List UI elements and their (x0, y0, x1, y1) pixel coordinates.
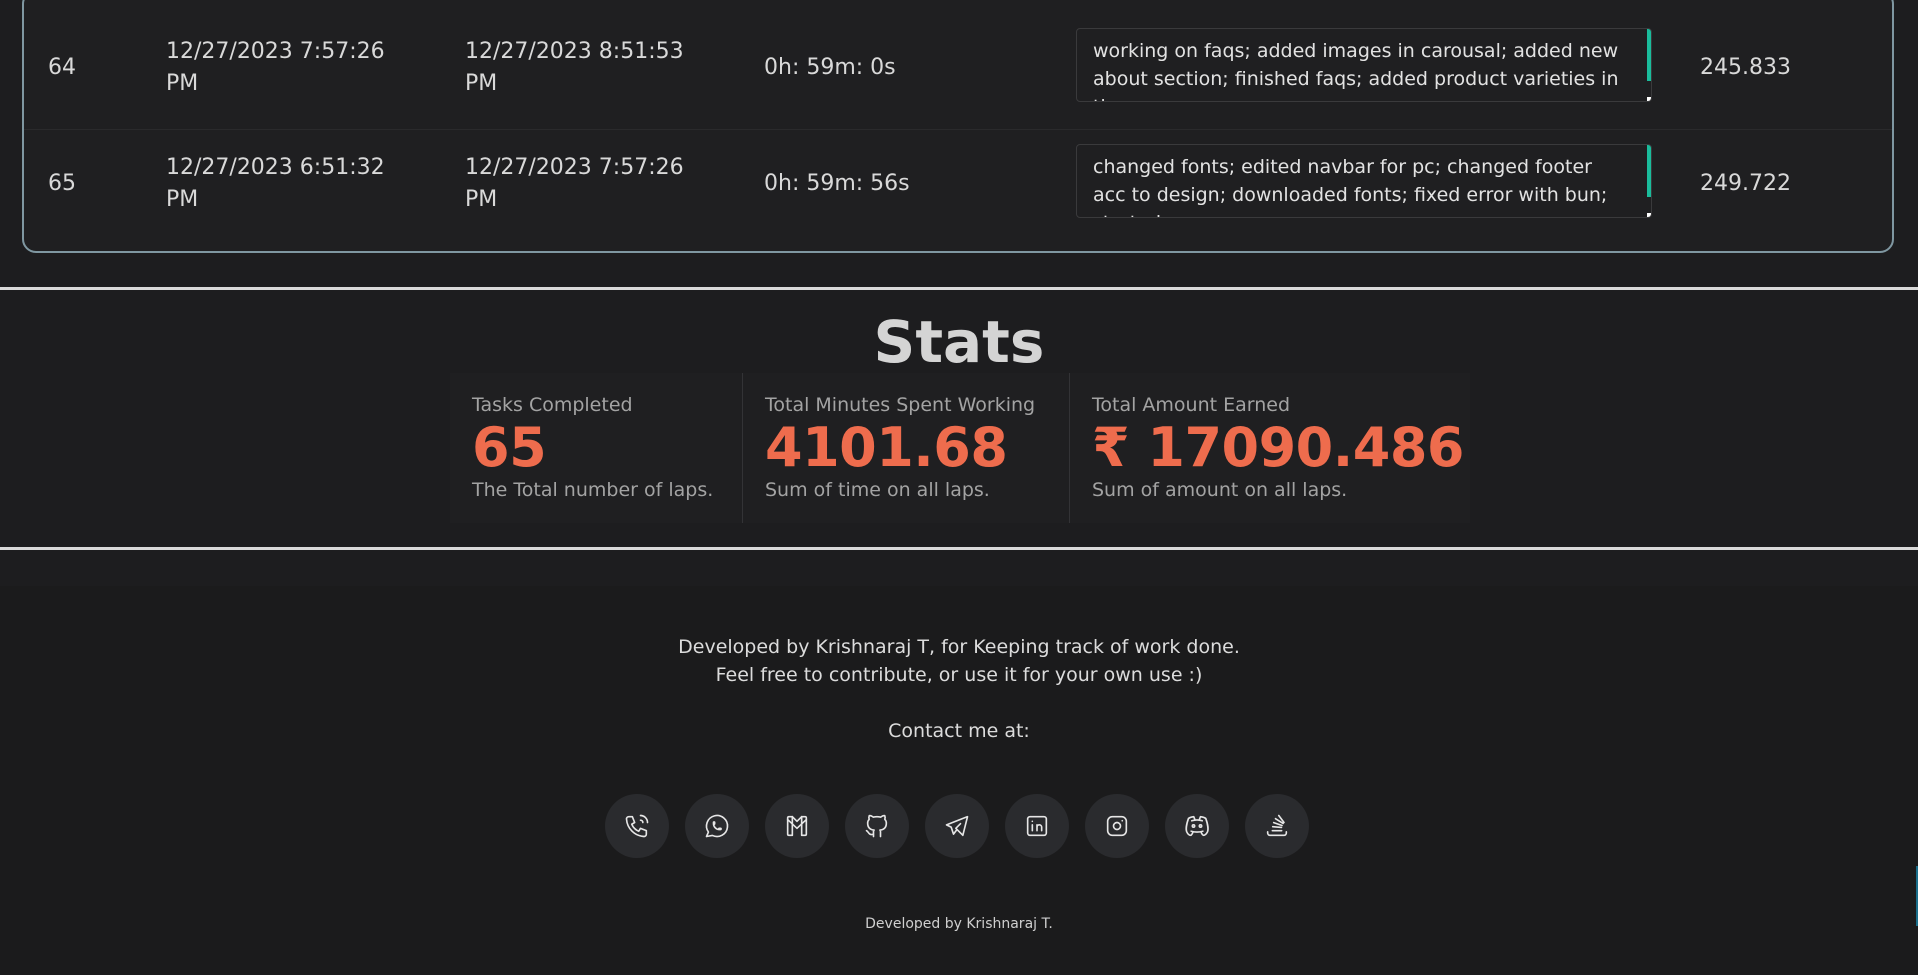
footer-note: Feel free to contribute, or use it for y… (715, 664, 1203, 686)
discord-icon (1185, 815, 1209, 837)
linkedin-icon (1026, 815, 1048, 837)
stat-description: The Total number of laps. (472, 479, 714, 501)
linkedin-link[interactable] (1005, 794, 1069, 858)
resize-handle[interactable] (1647, 97, 1651, 101)
lap-index: 65 (48, 171, 76, 196)
lap-end-time: 12/27/2023 8:51:53 PM (465, 39, 684, 96)
stat-value: 65 (472, 416, 547, 479)
stat-value: 4101.68 (765, 416, 1008, 479)
footer: Developed by Krishnaraj T, for Keeping t… (0, 586, 1918, 975)
phone-link[interactable] (605, 794, 669, 858)
discord-link[interactable] (1165, 794, 1229, 858)
instagram-link[interactable] (1085, 794, 1149, 858)
section-divider (0, 287, 1918, 290)
github-link[interactable] (845, 794, 909, 858)
stat-label: Total Amount Earned (1092, 394, 1291, 416)
instagram-icon (1106, 815, 1128, 837)
section-divider (0, 547, 1918, 550)
lap-start-time: 12/27/2023 7:57:26 PM (166, 39, 385, 96)
stats-panel: Tasks Completed 65 The Total number of l… (450, 373, 1470, 523)
telegram-icon (945, 815, 969, 837)
table-row: 65 12/27/2023 6:51:32 PM 12/27/2023 7:57… (24, 129, 1892, 244)
lap-start-time: 12/27/2023 6:51:32 PM (166, 155, 385, 212)
footer-credit: Developed by Krishnaraj T. (865, 916, 1053, 932)
stat-value: ₹ 17090.486 (1092, 416, 1464, 479)
stat-description: Sum of time on all laps. (765, 479, 990, 501)
stat-tasks-completed: Tasks Completed 65 The Total number of l… (450, 373, 742, 523)
whatsapp-icon (705, 814, 729, 838)
lap-description-textarea[interactable]: changed fonts; edited navbar for pc; cha… (1076, 144, 1652, 218)
stat-total-minutes: Total Minutes Spent Working 4101.68 Sum … (742, 373, 1069, 523)
stat-description: Sum of amount on all laps. (1092, 479, 1348, 501)
description-scrollbar[interactable] (1647, 145, 1651, 197)
gmail-link[interactable] (765, 794, 829, 858)
stat-total-amount: Total Amount Earned ₹ 17090.486 Sum of a… (1069, 373, 1470, 523)
stat-label: Tasks Completed (472, 394, 633, 416)
lap-end-time: 12/27/2023 7:57:26 PM (465, 155, 684, 212)
resize-handle[interactable] (1647, 213, 1651, 217)
whatsapp-link[interactable] (685, 794, 749, 858)
lap-duration: 0h: 59m: 0s (764, 55, 896, 80)
laps-table: 64 12/27/2023 7:57:26 PM 12/27/2023 8:51… (22, 0, 1894, 253)
gmail-icon (786, 815, 808, 837)
footer-description: Developed by Krishnaraj T, for Keeping t… (678, 636, 1240, 658)
telegram-link[interactable] (925, 794, 989, 858)
lap-amount: 249.722 (1700, 171, 1791, 196)
description-scrollbar[interactable] (1647, 29, 1651, 81)
lap-index: 64 (48, 55, 76, 80)
lap-amount: 245.833 (1700, 55, 1791, 80)
table-row: 64 12/27/2023 7:57:26 PM 12/27/2023 8:51… (24, 14, 1892, 129)
lap-description-textarea[interactable]: working on faqs; added images in carousa… (1076, 28, 1652, 102)
stackoverflow-icon (1266, 814, 1288, 837)
stackoverflow-link[interactable] (1245, 794, 1309, 858)
github-icon (865, 814, 888, 838)
phone-icon (625, 814, 649, 838)
lap-description-text: working on faqs; added images in carousa… (1093, 40, 1619, 101)
lap-description-text: changed fonts; edited navbar for pc; cha… (1093, 156, 1608, 217)
stat-label: Total Minutes Spent Working (765, 394, 1036, 416)
lap-duration: 0h: 59m: 56s (764, 171, 910, 196)
social-links (605, 794, 1309, 858)
contact-heading: Contact me at: (888, 720, 1030, 742)
stats-title: Stats (873, 308, 1045, 376)
